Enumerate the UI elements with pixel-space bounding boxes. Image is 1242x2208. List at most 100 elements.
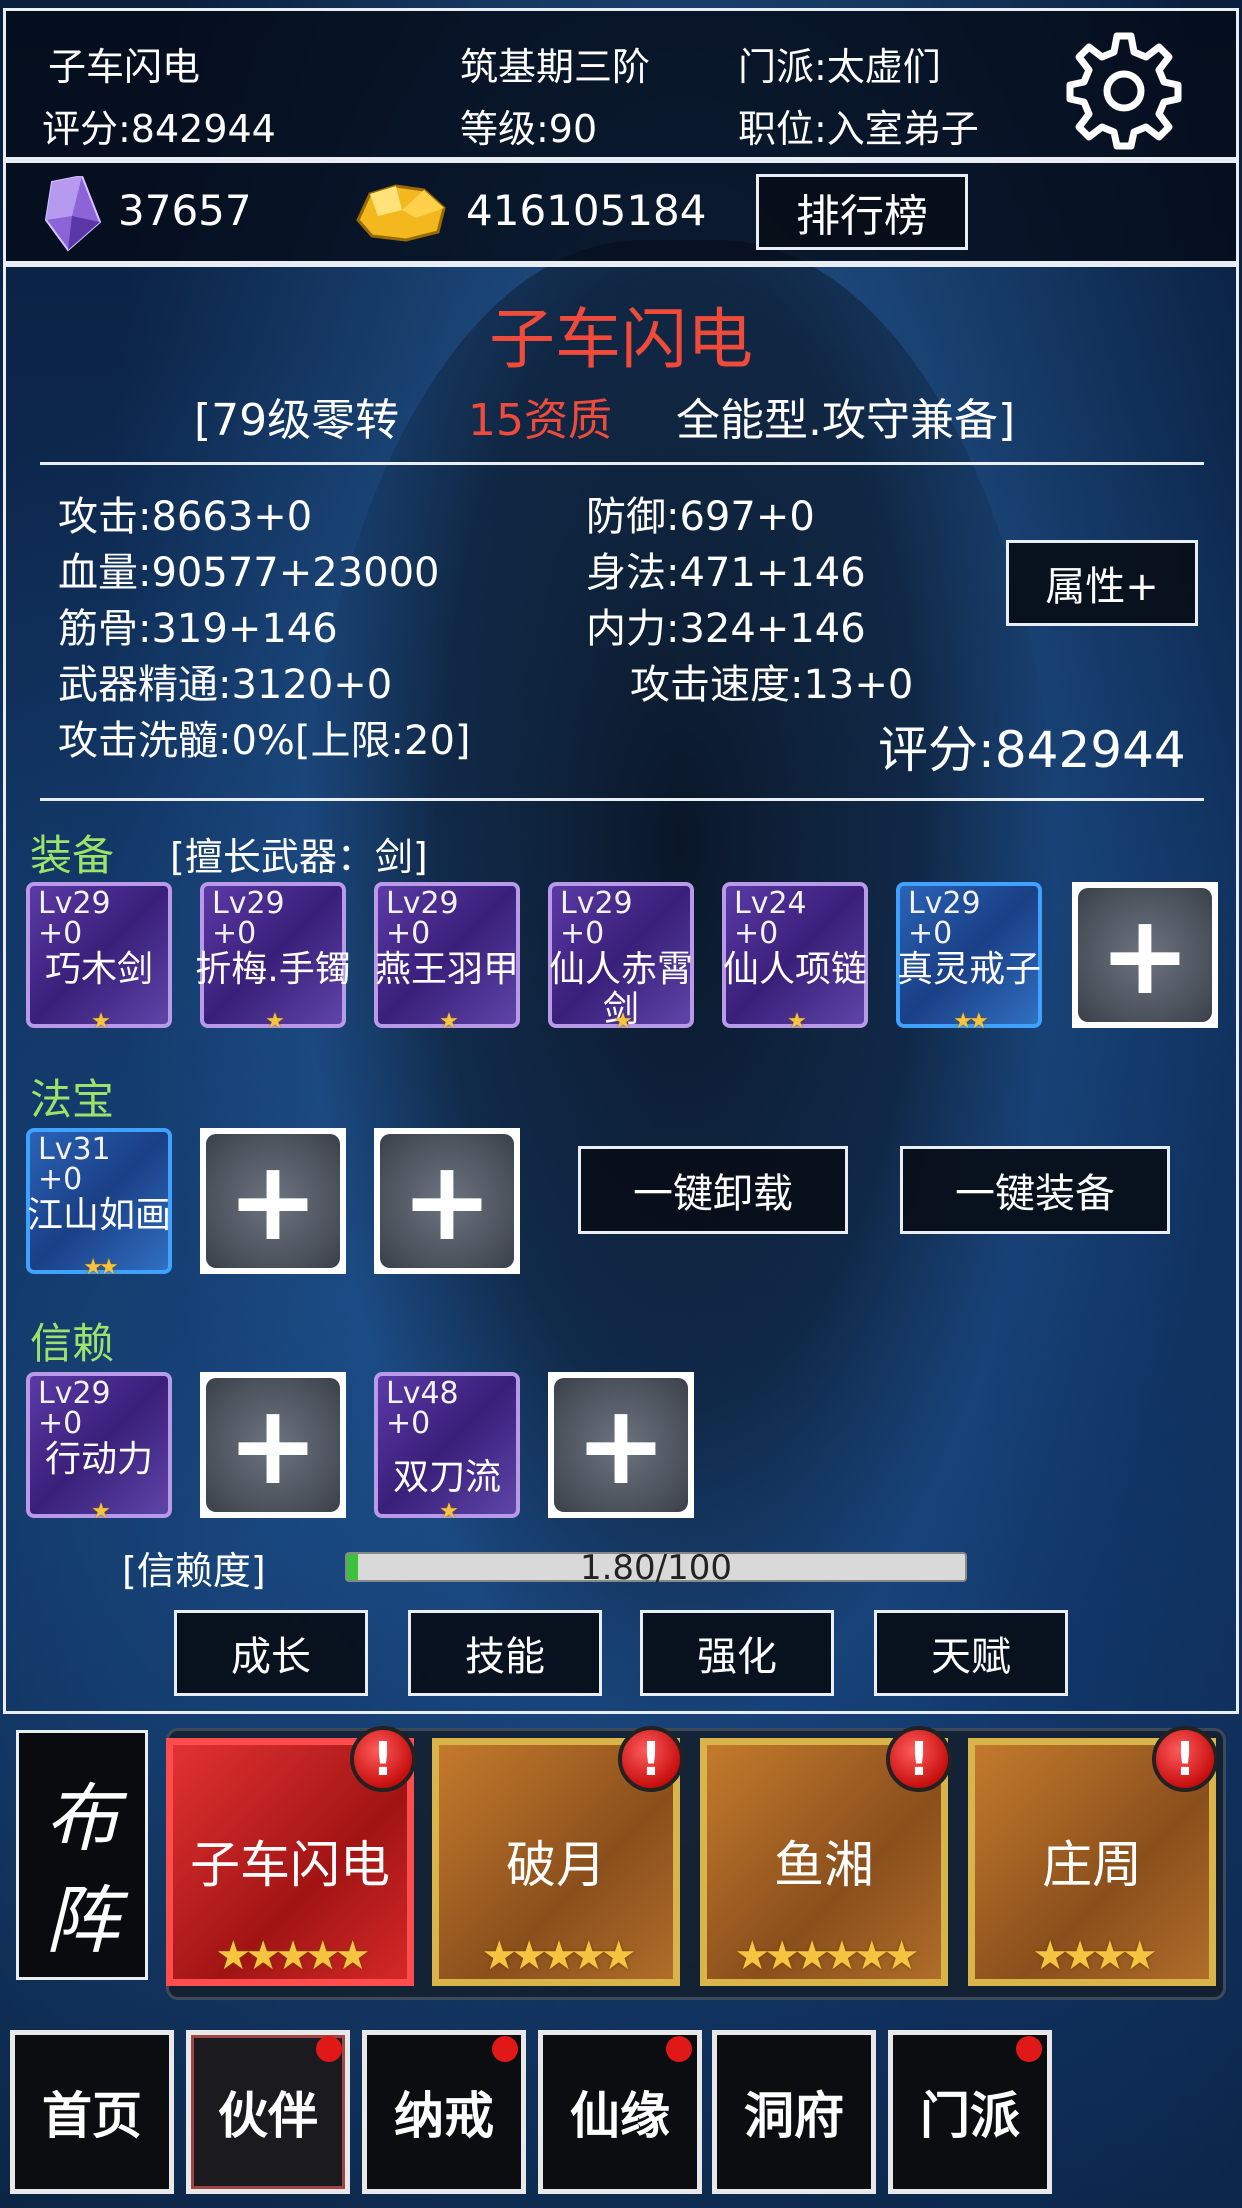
equipment-title: 装备	[30, 831, 115, 880]
add-treasure-slot[interactable]: +	[200, 1128, 346, 1274]
stat-inner: 内力:324+146	[586, 606, 866, 652]
player-position: 职位:入室弟子	[738, 107, 979, 151]
equipment-card[interactable]: Lv24 +0 仙人项链 ★	[722, 882, 868, 1034]
treasure-title: 法宝	[30, 1075, 115, 1124]
stat-defense: 防御:697+0	[586, 494, 815, 540]
alert-icon: !	[1152, 1726, 1218, 1792]
stat-bones: 筋骨:319+146	[58, 606, 338, 652]
trust-card[interactable]: Lv29 +0 行动力 ★	[26, 1372, 172, 1524]
ranking-button[interactable]: 排行榜	[756, 174, 968, 250]
settings-gear-icon[interactable]	[1062, 28, 1186, 152]
star-rating: ★	[439, 1009, 459, 1034]
item-name: 折梅.手镯	[195, 949, 351, 990]
hero-name: 子车闪电	[190, 1836, 390, 1894]
trust-card[interactable]: Lv48 +0 双刀流 ★	[374, 1372, 520, 1524]
formation-label-top: 布	[45, 1776, 119, 1862]
stat-hp: 血量:90577+23000	[58, 550, 440, 596]
item-name: 燕王羽甲	[374, 949, 519, 990]
item-name: 巧木剑	[44, 949, 153, 990]
stat-weapon-mastery: 武器精通:3120+0	[58, 662, 393, 708]
add-treasure-slot[interactable]: +	[374, 1128, 520, 1274]
character-tag-aptitude: 15资质	[468, 395, 612, 446]
notification-dot	[492, 2036, 518, 2062]
player-score: 评分:842944	[42, 107, 276, 151]
trust-progress-bar: 1.80/100	[345, 1548, 967, 1588]
player-level: 等级:90	[460, 107, 598, 151]
stat-attack-speed: 攻击速度:13+0	[630, 662, 914, 708]
alert-icon: !	[350, 1726, 416, 1792]
stat-hp-wash: 血量洗髓:0%[上限:20]	[58, 764, 471, 776]
weapon-specialty: [擅长武器：剑]	[170, 835, 428, 879]
treasure-card[interactable]: Lv31 +0 江山如画 ★★	[26, 1128, 172, 1280]
star-rating: ★★	[83, 1255, 118, 1280]
gem-count: 37657	[118, 186, 252, 235]
star-rating: ★	[91, 1499, 111, 1524]
stat-attack-wash: 攻击洗髓:0%[上限:20]	[58, 718, 471, 764]
hero-stars: ★★★★	[1032, 1933, 1157, 1979]
plus-icon: +	[1078, 888, 1212, 1022]
trust-label: [信赖度]	[122, 1549, 266, 1593]
star-rating: ★	[787, 1009, 807, 1034]
growth-button[interactable]: 成长	[174, 1610, 368, 1696]
character-name: 子车闪电	[489, 301, 753, 378]
nav-label: 首页	[15, 2035, 169, 2189]
hero-name: 庄周	[1042, 1836, 1142, 1894]
hero-stars: ★★★★★★	[734, 1933, 919, 1979]
stat-agility: 身法:471+146	[586, 550, 866, 596]
stat-attack: 攻击:8663+0	[58, 494, 313, 540]
notification-dot	[316, 2036, 342, 2062]
enhance-button[interactable]: 强化	[640, 1610, 834, 1696]
item-name: 真灵戒子	[896, 949, 1041, 990]
divider-bottom	[40, 798, 1204, 801]
star-rating: ★	[613, 1009, 633, 1034]
hero-name: 破月	[506, 1836, 606, 1894]
purple-gem-icon	[38, 174, 102, 252]
star-rating: ★	[439, 1499, 459, 1524]
nav-cave[interactable]: 洞府	[712, 2030, 876, 2194]
item-name: 行动力	[44, 1439, 153, 1480]
add-trust-slot[interactable]: +	[548, 1372, 694, 1518]
item-name: 双刀流	[392, 1457, 501, 1498]
plus-icon: +	[380, 1134, 514, 1268]
notification-dot	[1016, 2036, 1042, 2062]
player-name: 子车闪电	[48, 45, 201, 89]
equipment-card[interactable]: Lv29 +0 折梅.手镯 ★	[195, 882, 351, 1034]
nav-home[interactable]: 首页	[10, 2030, 174, 2194]
player-sect: 门派:太虚们	[738, 45, 941, 89]
divider-top	[40, 462, 1204, 465]
add-equipment-slot[interactable]: +	[1072, 882, 1218, 1028]
hero-stars: ★★★★★	[481, 1933, 636, 1979]
plus-icon: +	[206, 1134, 340, 1268]
character-tag-type: 全能型.攻守兼备]	[676, 395, 1016, 446]
notification-dot	[666, 2036, 692, 2062]
gold-count: 416105184	[466, 186, 707, 235]
skills-button[interactable]: 技能	[408, 1610, 602, 1696]
equipment-card[interactable]: Lv29 +0 真灵戒子 ★★	[896, 882, 1042, 1034]
hero-stars: ★★★★★	[215, 1933, 370, 1979]
trust-title: 信赖	[30, 1319, 115, 1368]
stat-score: 评分:842944	[878, 721, 1186, 776]
progress-text: 1.80/100	[579, 1548, 733, 1588]
talent-button[interactable]: 天赋	[874, 1610, 1068, 1696]
equipment-card[interactable]: Lv29 +0 巧木剑 ★	[26, 882, 172, 1034]
formation-button[interactable]: 布 阵	[16, 1730, 148, 1980]
character-tag-level: [79级零转	[194, 395, 400, 446]
plus-icon: +	[206, 1378, 340, 1512]
star-rating: ★	[265, 1009, 285, 1034]
equipment-card[interactable]: Lv29 +0 燕王羽甲 ★	[374, 882, 520, 1034]
equipment-card[interactable]: Lv29 +0 仙人赤霄剑 ★	[548, 882, 694, 1034]
nav-label: 洞府	[717, 2035, 871, 2189]
alert-icon: !	[886, 1726, 952, 1792]
player-realm: 筑基期三阶	[460, 45, 651, 89]
item-name: 仙人项链	[722, 949, 867, 990]
unequip-all-button[interactable]: 一键卸载	[578, 1146, 848, 1234]
gold-ore-icon	[350, 180, 450, 244]
star-rating: ★★	[953, 1009, 988, 1034]
plus-icon: +	[554, 1378, 688, 1512]
add-trust-slot[interactable]: +	[200, 1372, 346, 1518]
equip-all-button[interactable]: 一键装备	[900, 1146, 1170, 1234]
item-name: 江山如画	[26, 1195, 171, 1236]
formation-label-bottom: 阵	[45, 1878, 119, 1964]
star-rating: ★	[91, 1009, 111, 1034]
attributes-button[interactable]: 属性+	[1006, 540, 1198, 626]
